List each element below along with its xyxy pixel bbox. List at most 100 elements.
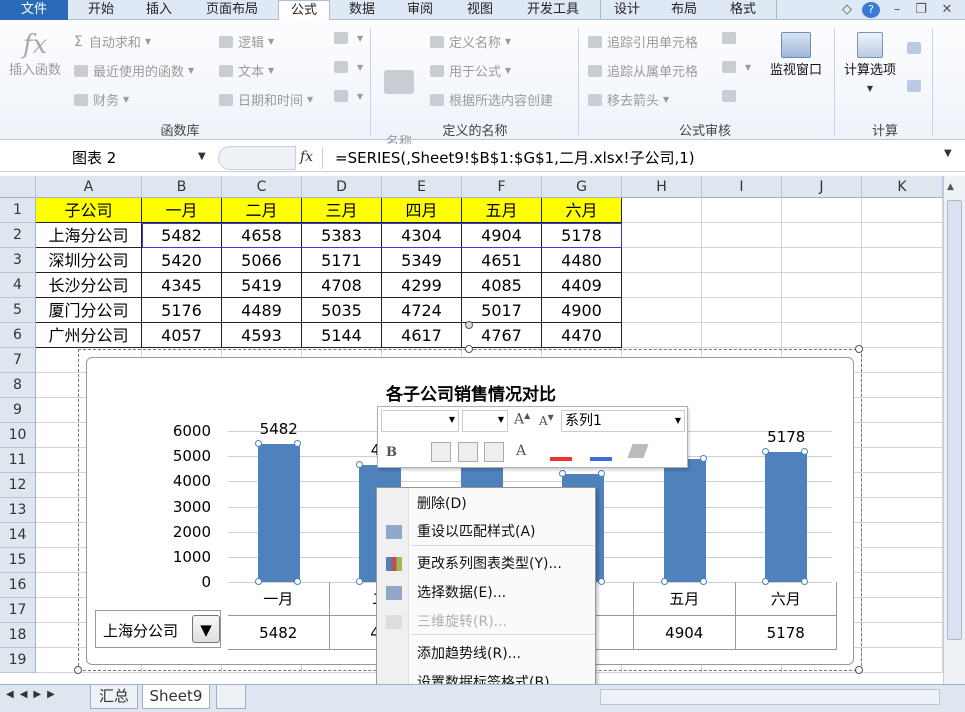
create-from-selection-button[interactable]: 根据所选内容创建 bbox=[430, 90, 553, 109]
ribbon-collapse-icon[interactable]: ◇ bbox=[838, 0, 856, 20]
menu-item-add-trendline[interactable]: 添加趋势线(R)... bbox=[377, 640, 595, 669]
data-point-handle[interactable] bbox=[598, 469, 606, 477]
cell[interactable]: 5066 bbox=[222, 248, 302, 273]
data-point-handle[interactable] bbox=[559, 469, 567, 477]
show-formulas-button[interactable] bbox=[722, 32, 741, 44]
cell[interactable] bbox=[862, 473, 943, 498]
error-checking-button[interactable]: ▼ bbox=[722, 61, 751, 73]
cell[interactable]: 4299 bbox=[382, 273, 462, 298]
autosum-button[interactable]: Σ 自动求和 ▼ bbox=[74, 32, 151, 52]
scroll-up-icon[interactable]: ▲ bbox=[947, 182, 954, 192]
row-header-2[interactable]: 2 bbox=[0, 223, 36, 248]
row-header-5[interactable]: 5 bbox=[0, 298, 36, 323]
cell[interactable] bbox=[702, 198, 782, 223]
cell[interactable] bbox=[862, 373, 943, 398]
cell[interactable] bbox=[782, 198, 862, 223]
calc-sheet-button[interactable] bbox=[907, 80, 926, 92]
row-header-11[interactable]: 11 bbox=[0, 448, 36, 473]
cell[interactable] bbox=[622, 298, 702, 323]
data-point-handle[interactable] bbox=[356, 460, 364, 468]
sheet-tab-summary[interactable]: 汇总 bbox=[90, 685, 138, 709]
cell[interactable] bbox=[862, 448, 943, 473]
shrink-font-icon[interactable]: A▼ bbox=[539, 413, 554, 428]
chart-resize-handle[interactable] bbox=[855, 345, 863, 353]
tab-home[interactable]: 开始 bbox=[76, 0, 126, 20]
formula-input[interactable]: =SERIES(,Sheet9!$B$1:$G$1,二月.xlsx!子公司,1) bbox=[335, 147, 695, 169]
tab-view[interactable]: 视图 bbox=[455, 0, 505, 20]
data-point-handle[interactable] bbox=[699, 454, 707, 462]
tab-data[interactable]: 数据 bbox=[337, 0, 387, 20]
align-center-icon[interactable] bbox=[458, 442, 478, 462]
vertical-scrollbar[interactable]: ▲ bbox=[943, 176, 965, 684]
text-button[interactable]: 文本 ▼ bbox=[219, 61, 274, 80]
row-header-17[interactable]: 17 bbox=[0, 598, 36, 623]
menu-item-change-chart-type[interactable]: 更改系列图表类型(Y)... bbox=[377, 550, 595, 579]
column-header-H[interactable]: H bbox=[622, 176, 702, 198]
restore-icon[interactable]: ❐ bbox=[912, 0, 930, 20]
cell[interactable]: 5482 bbox=[142, 223, 222, 248]
cell[interactable] bbox=[702, 248, 782, 273]
menu-item-select-data[interactable]: 选择数据(E)... bbox=[377, 579, 595, 608]
cell[interactable] bbox=[862, 198, 943, 223]
align-left-icon[interactable] bbox=[431, 442, 451, 462]
table-header-cell[interactable]: 三月 bbox=[302, 198, 382, 223]
font-size-select[interactable]: ▼ bbox=[462, 410, 508, 432]
row-header-18[interactable]: 18 bbox=[0, 623, 36, 648]
math-button[interactable]: ▼ bbox=[334, 61, 363, 73]
cell[interactable] bbox=[862, 523, 943, 548]
cell[interactable] bbox=[862, 498, 943, 523]
tab-insert[interactable]: 插入 bbox=[134, 0, 184, 20]
close-icon[interactable]: ✕ bbox=[938, 0, 956, 20]
chart-bar[interactable] bbox=[663, 458, 706, 582]
cell[interactable]: 4489 bbox=[222, 298, 302, 323]
cell[interactable] bbox=[622, 223, 702, 248]
use-in-formula-button[interactable]: 用于公式 ▼ bbox=[430, 61, 511, 80]
cell[interactable]: 5176 bbox=[142, 298, 222, 323]
chart-resize-handle[interactable] bbox=[74, 666, 82, 674]
data-label[interactable]: 5178 bbox=[756, 428, 816, 446]
row-header-9[interactable]: 9 bbox=[0, 398, 36, 423]
cell[interactable] bbox=[702, 323, 782, 348]
recent-functions-button[interactable]: 最近使用的函数 ▼ bbox=[74, 61, 194, 80]
cell[interactable]: 5419 bbox=[222, 273, 302, 298]
cell[interactable] bbox=[782, 248, 862, 273]
table-header-cell[interactable]: 一月 bbox=[142, 198, 222, 223]
data-point-handle[interactable] bbox=[293, 440, 301, 448]
row-header-10[interactable]: 10 bbox=[0, 423, 36, 448]
cell[interactable]: 厦门分公司 bbox=[36, 298, 142, 323]
cell[interactable]: 5171 bbox=[302, 248, 382, 273]
calc-options-button[interactable]: 计算选项 ▼ bbox=[836, 32, 904, 98]
cell[interactable]: 深圳分公司 bbox=[36, 248, 142, 273]
table-header-cell[interactable]: 二月 bbox=[222, 198, 302, 223]
lookup-button[interactable]: ▼ bbox=[334, 32, 363, 44]
cell[interactable] bbox=[702, 273, 782, 298]
chart-bar[interactable] bbox=[765, 451, 808, 582]
row-header-16[interactable]: 16 bbox=[0, 573, 36, 598]
cell[interactable]: 4658 bbox=[222, 223, 302, 248]
cell[interactable] bbox=[862, 273, 943, 298]
format-painter-icon[interactable] bbox=[627, 444, 649, 458]
scroll-thumb[interactable] bbox=[947, 200, 962, 640]
column-header-G[interactable]: G bbox=[542, 176, 622, 198]
column-header-J[interactable]: J bbox=[782, 176, 862, 198]
datetime-button[interactable]: 日期和时间 ▼ bbox=[219, 90, 313, 109]
remove-arrows-button[interactable]: 移去箭头 ▼ bbox=[588, 90, 669, 109]
cell[interactable]: 4708 bbox=[302, 273, 382, 298]
help-icon[interactable]: ? bbox=[862, 2, 880, 18]
calc-now-button[interactable] bbox=[907, 42, 926, 54]
cell[interactable]: 4345 bbox=[142, 273, 222, 298]
cell[interactable] bbox=[862, 398, 943, 423]
tab-developer[interactable]: 开发工具 bbox=[514, 0, 592, 20]
tab-format[interactable]: 格式 bbox=[718, 0, 768, 20]
column-header-K[interactable]: K bbox=[862, 176, 943, 198]
cell[interactable] bbox=[862, 348, 943, 373]
name-box[interactable]: 图表 2 bbox=[2, 147, 214, 169]
menu-item-reset-style[interactable]: 重设以匹配样式(A) bbox=[377, 518, 595, 547]
cell[interactable]: 4904 bbox=[462, 223, 542, 248]
cell[interactable]: 4470 bbox=[542, 323, 622, 348]
fx-icon[interactable]: fx bbox=[300, 149, 313, 165]
row-header-13[interactable]: 13 bbox=[0, 498, 36, 523]
cell[interactable]: 4767 bbox=[462, 323, 542, 348]
cell[interactable] bbox=[622, 198, 702, 223]
column-header-D[interactable]: D bbox=[302, 176, 382, 198]
